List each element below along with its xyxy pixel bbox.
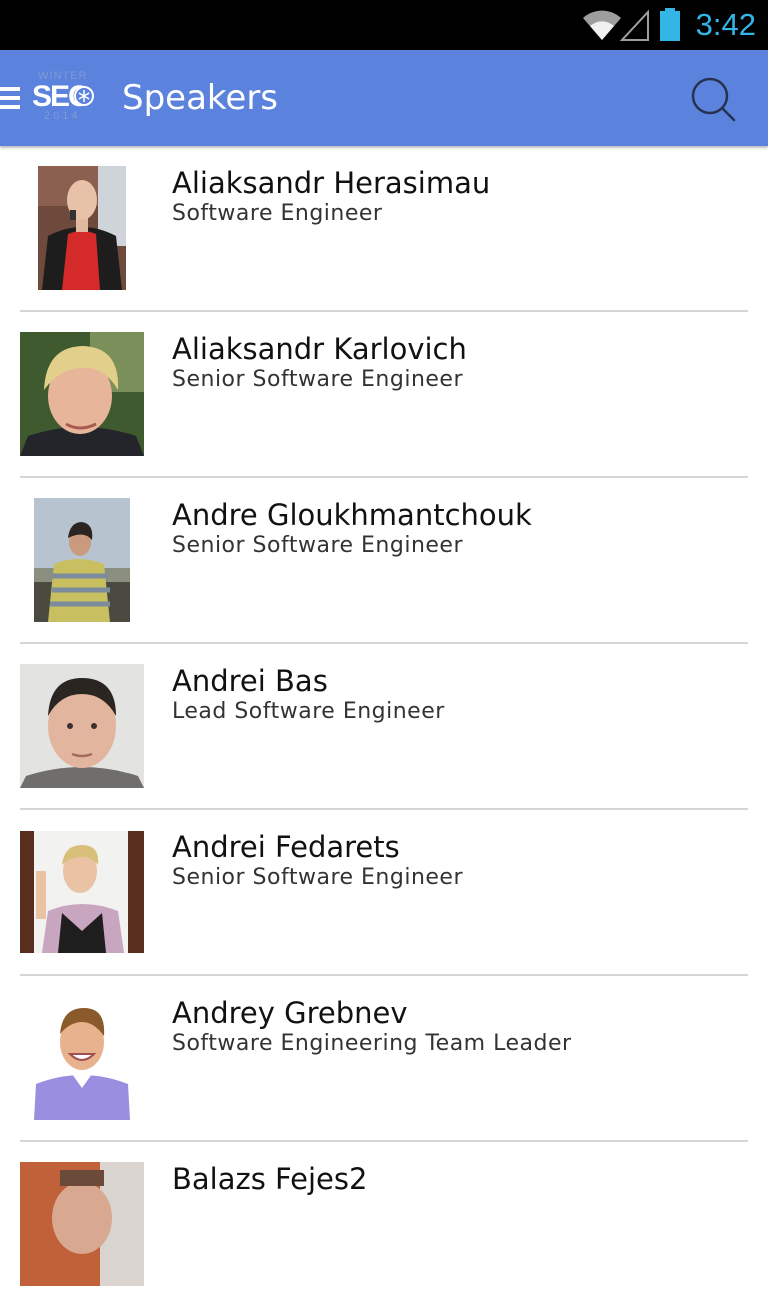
speaker-row[interactable]: Aliaksandr Karlovich Senior Software Eng…: [0, 312, 768, 478]
snowflake-icon: [74, 86, 94, 106]
status-bar: 3:42: [0, 0, 768, 50]
speaker-row[interactable]: Andre Gloukhmantchouk Senior Software En…: [0, 478, 768, 644]
speaker-name: Balazs Fejes2: [172, 1162, 368, 1196]
speaker-role: Software Engineering Team Leader: [172, 1031, 572, 1056]
speaker-role: Lead Software Engineer: [172, 699, 445, 724]
cell-signal-icon: [620, 9, 649, 41]
speaker-photo: [20, 166, 144, 290]
speaker-photo: [20, 996, 144, 1120]
speaker-photo: [20, 1162, 144, 1286]
wifi-icon: [583, 10, 621, 40]
speaker-name: Andrey Grebnev: [172, 996, 408, 1030]
speaker-row[interactable]: Aliaksandr Herasimau Software Engineer: [0, 146, 768, 312]
page-title: Speakers: [122, 78, 279, 118]
speaker-role: Senior Software Engineer: [172, 533, 464, 558]
speaker-row[interactable]: Andrei Bas Lead Software Engineer: [0, 644, 768, 810]
logo-bottom-text: 2014: [44, 110, 81, 122]
search-icon[interactable]: [688, 74, 738, 124]
status-time: 3:42: [695, 7, 756, 42]
speaker-role: Senior Software Engineer: [172, 367, 464, 392]
app-bar: WINTER SEC 2014 Speakers: [0, 50, 768, 146]
speaker-name: Andre Gloukhmantchouk: [172, 498, 532, 532]
battery-icon: [660, 8, 680, 41]
app-logo[interactable]: WINTER SEC 2014: [30, 70, 96, 126]
speaker-role: Software Engineer: [172, 201, 383, 226]
speaker-photo: [20, 332, 144, 456]
drawer-menu-icon[interactable]: [0, 87, 20, 109]
speaker-photo: [20, 664, 144, 788]
speaker-role: Senior Software Engineer: [172, 865, 464, 890]
speaker-row[interactable]: Andrey Grebnev Software Engineering Team…: [0, 976, 768, 1142]
speaker-name: Aliaksandr Karlovich: [172, 332, 467, 366]
speaker-row[interactable]: Balazs Fejes2: [0, 1142, 768, 1308]
speaker-list: Aliaksandr Herasimau Software Engineer A…: [0, 146, 768, 1308]
speaker-photo: [20, 830, 144, 954]
speaker-name: Andrei Fedarets: [172, 830, 400, 864]
speaker-row[interactable]: Andrei Fedarets Senior Software Engineer: [0, 810, 768, 976]
speaker-photo: [20, 498, 144, 622]
speaker-name: Aliaksandr Herasimau: [172, 166, 491, 200]
speaker-name: Andrei Bas: [172, 664, 328, 698]
